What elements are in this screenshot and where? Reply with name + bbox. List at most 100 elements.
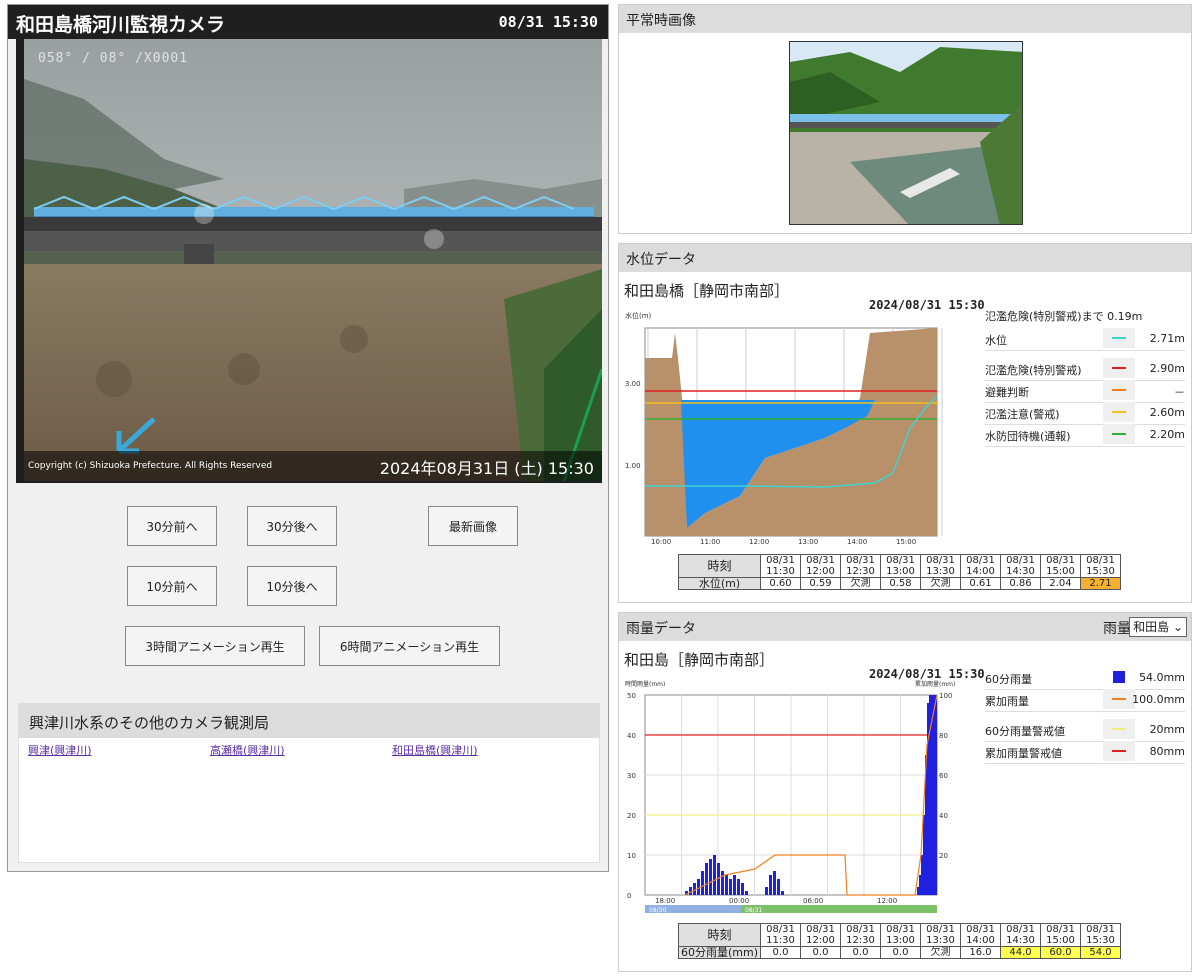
rain-y-unit-right: 累加雨量(mm) xyxy=(915,680,955,688)
legend-flood-caution-label: 氾濫注意(警戒) xyxy=(985,408,1060,421)
legend-water-level-label: 水位 xyxy=(985,334,1007,347)
legend-evacuation-value: － xyxy=(1174,386,1185,399)
legend-evacuation: 避難判断 － xyxy=(985,380,1185,403)
rain-table-time-cell: 08/31 11:30 xyxy=(760,923,801,947)
rain-table-value-cell: 0.0 xyxy=(880,946,921,959)
rain-bar-early xyxy=(781,891,784,895)
rain-y-tick-right: 60 xyxy=(939,772,948,780)
water-table-time-cell: 08/31 11:30 xyxy=(760,554,801,578)
rain-bar-early xyxy=(689,887,692,895)
normal-image xyxy=(789,41,1023,225)
legend-water-level-swatch xyxy=(1103,328,1135,348)
rain-bar-late xyxy=(919,875,921,895)
rain-y-tick-left: 30 xyxy=(627,772,636,780)
other-cameras-box: 興津川水系のその他のカメラ観測局 興津(興津川) 高瀬橋(興津川) 和田島橋(興… xyxy=(18,703,600,863)
rainfall-title: 雨量データ xyxy=(626,621,696,637)
rain-table-time-cell: 08/31 12:30 xyxy=(840,923,881,947)
legend-rain-60min: 60分雨量 54.0mm xyxy=(985,667,1185,690)
rain-bar-late xyxy=(917,887,919,895)
camera-image: 058° / 08° /X0001 Copyright (c) Shizuoka… xyxy=(24,39,602,481)
rain-bar-early xyxy=(765,887,768,895)
rain-table-head: 時刻 xyxy=(678,923,761,947)
rain-y-tick-left: 10 xyxy=(627,852,636,860)
legend-rain-cumulative-value: 100.0mm xyxy=(1132,693,1185,706)
rain-table-time-cell: 08/31 14:30 xyxy=(1000,923,1041,947)
forward-30min-button[interactable]: 30分後へ xyxy=(247,506,337,546)
rain-bar-early xyxy=(769,875,772,895)
back-30min-button[interactable]: 30分前へ xyxy=(127,506,217,546)
water-table-row-label: 水位(m) xyxy=(678,577,761,590)
rain-bar-early xyxy=(725,875,728,895)
rain-bar-early xyxy=(733,875,736,895)
camera-date: 2024年08月31日 (土) 15:30 xyxy=(379,459,594,478)
legend-standby-value: 2.20m xyxy=(1149,428,1185,441)
water-warning-text: 氾濫危険(特別警戒)まで 0.19m xyxy=(985,310,1143,323)
legend-flood-caution-value: 2.60m xyxy=(1149,406,1185,419)
rain-bar-early xyxy=(777,879,780,895)
water-x-tick: 10:00 xyxy=(651,538,671,546)
legend-flood-danger-label: 氾濫危険(特別警戒) xyxy=(985,364,1082,377)
legend-rain-cumulative: 累加雨量 100.0mm xyxy=(985,689,1185,712)
rain-table-time-cell: 08/31 14:00 xyxy=(960,923,1001,947)
rain-date-bar-2 xyxy=(741,905,937,913)
latest-image-button[interactable]: 最新画像 xyxy=(428,506,518,546)
rain-bar-early xyxy=(741,883,744,895)
legend-standby-label: 水防団待機(通報) xyxy=(985,430,1071,443)
rain-x-tick: 12:00 xyxy=(877,897,897,905)
legend-standby: 水防団待機(通報) 2.20m xyxy=(985,424,1185,447)
rain-table-row-label: 60分雨量(mm) xyxy=(678,946,761,959)
camera-link-okitsu[interactable]: 興津(興津川) xyxy=(28,742,92,758)
camera-link-takasebashi[interactable]: 高瀬橋(興津川) xyxy=(210,742,285,758)
animation-3h-button[interactable]: 3時間アニメーション再生 xyxy=(125,626,305,666)
legend-water-level: 水位 2.71m xyxy=(985,328,1185,351)
water-level-title: 水位データ xyxy=(619,244,1191,272)
forward-10min-button[interactable]: 10分後へ xyxy=(247,566,337,606)
rain-table-time-cell: 08/31 15:30 xyxy=(1080,923,1121,947)
legend-rain-cumulative-label: 累加雨量 xyxy=(985,695,1029,708)
camera-osd: 058° / 08° /X0001 xyxy=(38,51,189,66)
rain-bar-late xyxy=(935,695,937,895)
legend-flood-caution: 氾濫注意(警戒) 2.60m xyxy=(985,402,1185,425)
water-y-tick: 1.00 xyxy=(625,462,641,470)
rain-x-tick: 00:00 xyxy=(729,897,749,905)
water-table-value-cell: 0.58 xyxy=(880,577,921,590)
camera-link-wadajimabashi[interactable]: 和田島橋(興津川) xyxy=(392,742,478,758)
rain-y-tick-right: 100 xyxy=(939,692,952,700)
legend-evacuation-label: 避難判断 xyxy=(985,386,1029,399)
water-table-time-cell: 08/31 15:30 xyxy=(1080,554,1121,578)
back-10min-button[interactable]: 10分前へ xyxy=(127,566,217,606)
legend-rain-60min-value: 54.0mm xyxy=(1139,671,1185,684)
rainfall-station-select[interactable]: 和田島 ⌄ xyxy=(1129,617,1187,637)
rain-bar-early xyxy=(713,855,716,895)
water-table-value-cell: 0.60 xyxy=(760,577,801,590)
rain-y-tick-left: 0 xyxy=(627,892,631,900)
rain-bar-early xyxy=(701,871,704,895)
water-level-panel: 水位データ 和田島橋［静岡市南部］ 2024/08/31 15:30 水位(m)… xyxy=(618,243,1192,603)
rainfall-select-label: 雨量 xyxy=(1103,621,1131,637)
legend-rain-cumulative-warning-label: 累加雨量警戒値 xyxy=(985,747,1062,760)
rain-table-time-cell: 08/31 12:00 xyxy=(800,923,841,947)
water-x-tick: 14:00 xyxy=(847,538,867,546)
rain-bar-early xyxy=(721,871,724,895)
rain-table-value-cell: 0.0 xyxy=(760,946,801,959)
legend-flood-danger: 氾濫危険(特別警戒) 2.90m xyxy=(985,358,1185,381)
rain-y-tick-right: 80 xyxy=(939,732,948,740)
water-x-tick: 13:00 xyxy=(798,538,818,546)
rain-y-tick-left: 50 xyxy=(627,692,636,700)
camera-title: 和田島橋河川監視カメラ xyxy=(16,14,226,36)
rain-bar-early xyxy=(773,871,776,895)
normal-image-title: 平常時画像 xyxy=(619,5,1191,33)
animation-6h-button[interactable]: 6時間アニメーション再生 xyxy=(319,626,500,666)
rain-station-name: 和田島［静岡市南部］ xyxy=(624,651,775,669)
rain-bar-early xyxy=(729,879,732,895)
rain-table-value-cell: 0.0 xyxy=(800,946,841,959)
rain-bar-late xyxy=(933,695,935,895)
legend-rain-60min-warning-value: 20mm xyxy=(1149,723,1185,736)
legend-rain-cumulative-warning: 累加雨量警戒値 80mm xyxy=(985,741,1185,764)
water-y-tick: 3.00 xyxy=(625,380,641,388)
legend-flood-danger-value: 2.90m xyxy=(1149,362,1185,375)
rainfall-table: 時刻 08/31 11:30 08/31 12:00 08/31 12:30 08/31 13:… xyxy=(678,923,1121,959)
water-x-tick: 12:00 xyxy=(749,538,769,546)
rain-x-tick: 18:00 xyxy=(655,897,675,905)
camera-panel: 和田島橋河川監視カメラ 08/31 15:30 058° / 08° /X000… xyxy=(7,4,609,872)
